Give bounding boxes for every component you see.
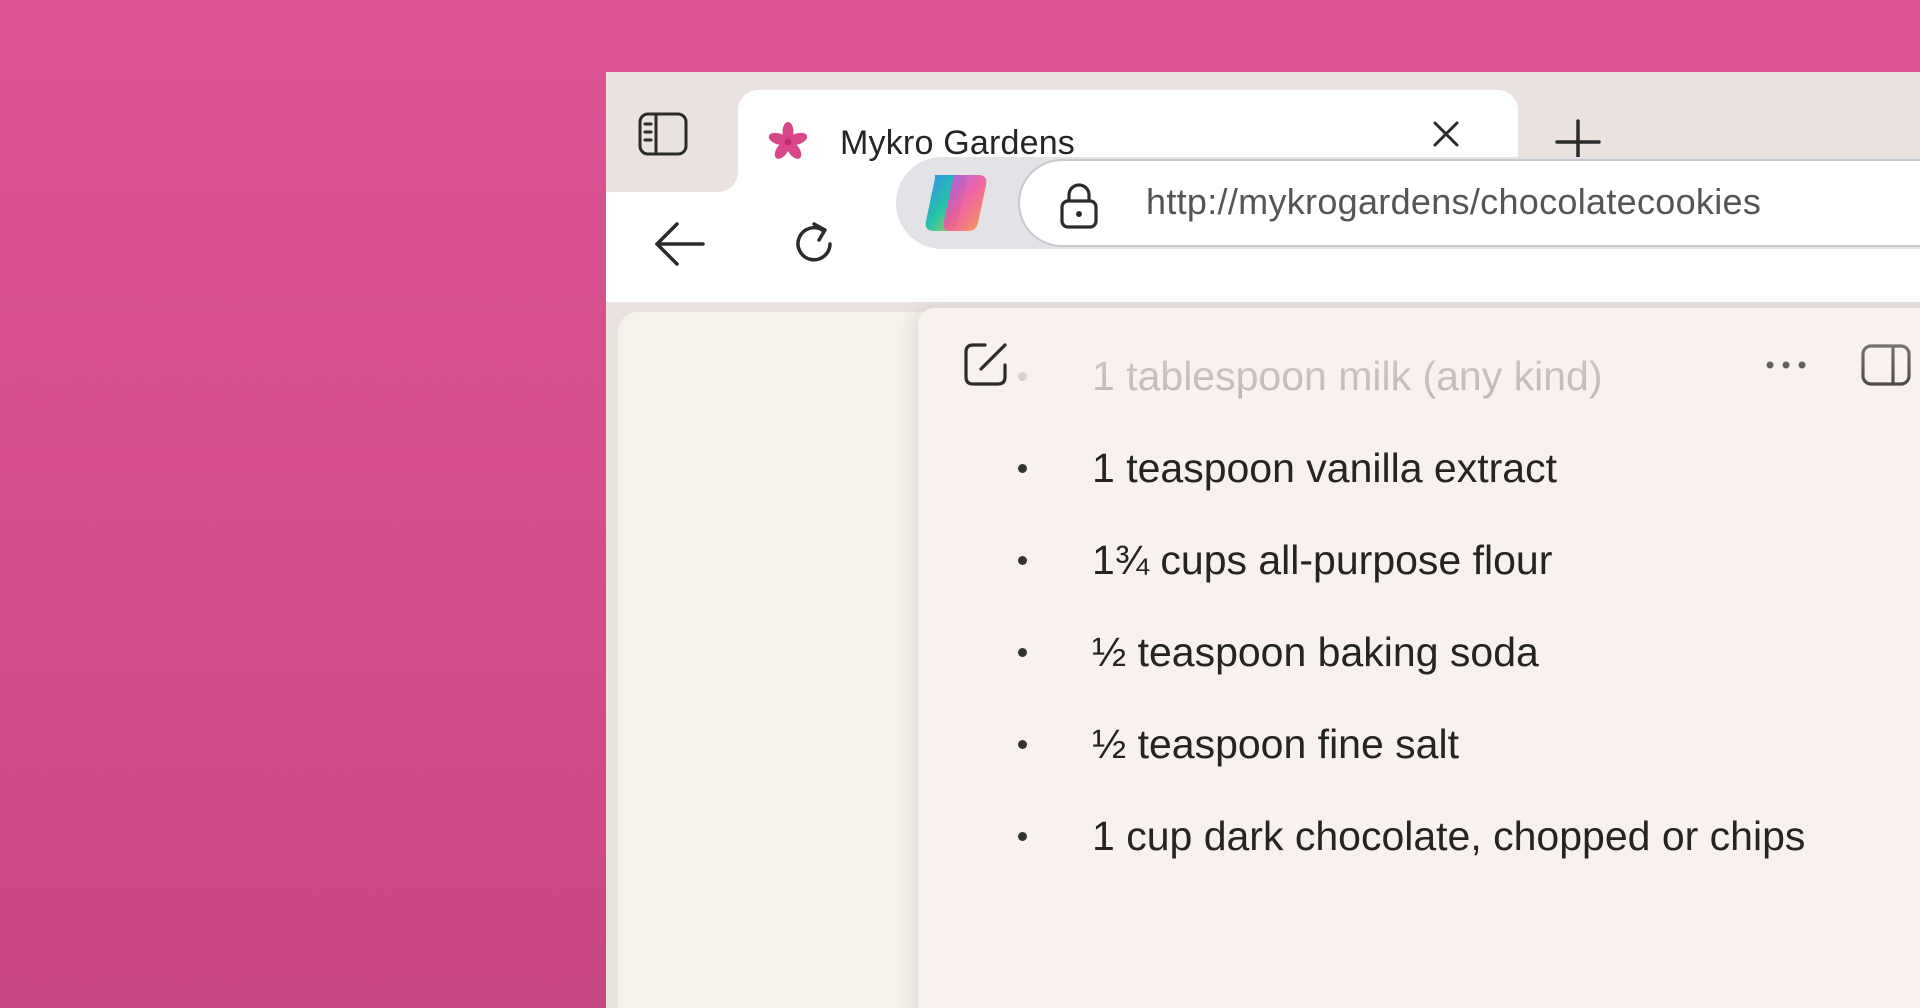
more-options-button[interactable] bbox=[1758, 340, 1814, 390]
ingredient-list: 1 tablespoon milk (any kind) 1 teaspoon … bbox=[998, 330, 1805, 882]
pane-header bbox=[918, 308, 1920, 408]
list-item: 1¾ cups all-purpose flour bbox=[998, 514, 1805, 606]
omnibox: http://mykrogardens/chocolatecookies bbox=[896, 157, 1920, 249]
list-item: ½ teaspoon fine salt bbox=[998, 698, 1805, 790]
list-item: ½ teaspoon baking soda bbox=[998, 606, 1805, 698]
browser-window: Mykro Gardens http://mykrogardens/chocol… bbox=[606, 72, 1920, 1008]
refresh-icon bbox=[796, 222, 832, 262]
sidebar-toggle-button[interactable] bbox=[638, 112, 688, 156]
address-bar[interactable]: http://mykrogardens/chocolatecookies bbox=[1018, 159, 1920, 247]
url-text: http://mykrogardens/chocolatecookies bbox=[1146, 181, 1762, 222]
close-tab-button[interactable] bbox=[1428, 116, 1464, 152]
close-icon bbox=[1433, 121, 1459, 147]
copilot-icon bbox=[925, 175, 987, 231]
more-icon bbox=[1766, 361, 1806, 369]
vertical-tabs-icon bbox=[638, 112, 688, 156]
new-chat-button[interactable] bbox=[958, 336, 1014, 392]
arrow-left-icon bbox=[655, 222, 705, 266]
compose-icon bbox=[964, 343, 1007, 386]
lock-icon bbox=[1060, 183, 1098, 229]
flower-icon bbox=[768, 122, 808, 159]
copilot-pane: 1 tablespoon milk (any kind) 1 teaspoon … bbox=[918, 308, 1920, 1008]
side-pane-icon bbox=[1861, 344, 1911, 386]
pane-layout-button[interactable] bbox=[1858, 340, 1914, 390]
copilot-button[interactable] bbox=[920, 169, 992, 237]
refresh-button[interactable] bbox=[782, 212, 846, 276]
back-button[interactable] bbox=[648, 212, 712, 276]
list-item: 1 cup dark chocolate, chopped or chips bbox=[998, 790, 1805, 882]
list-item: 1 teaspoon vanilla extract bbox=[998, 422, 1805, 514]
